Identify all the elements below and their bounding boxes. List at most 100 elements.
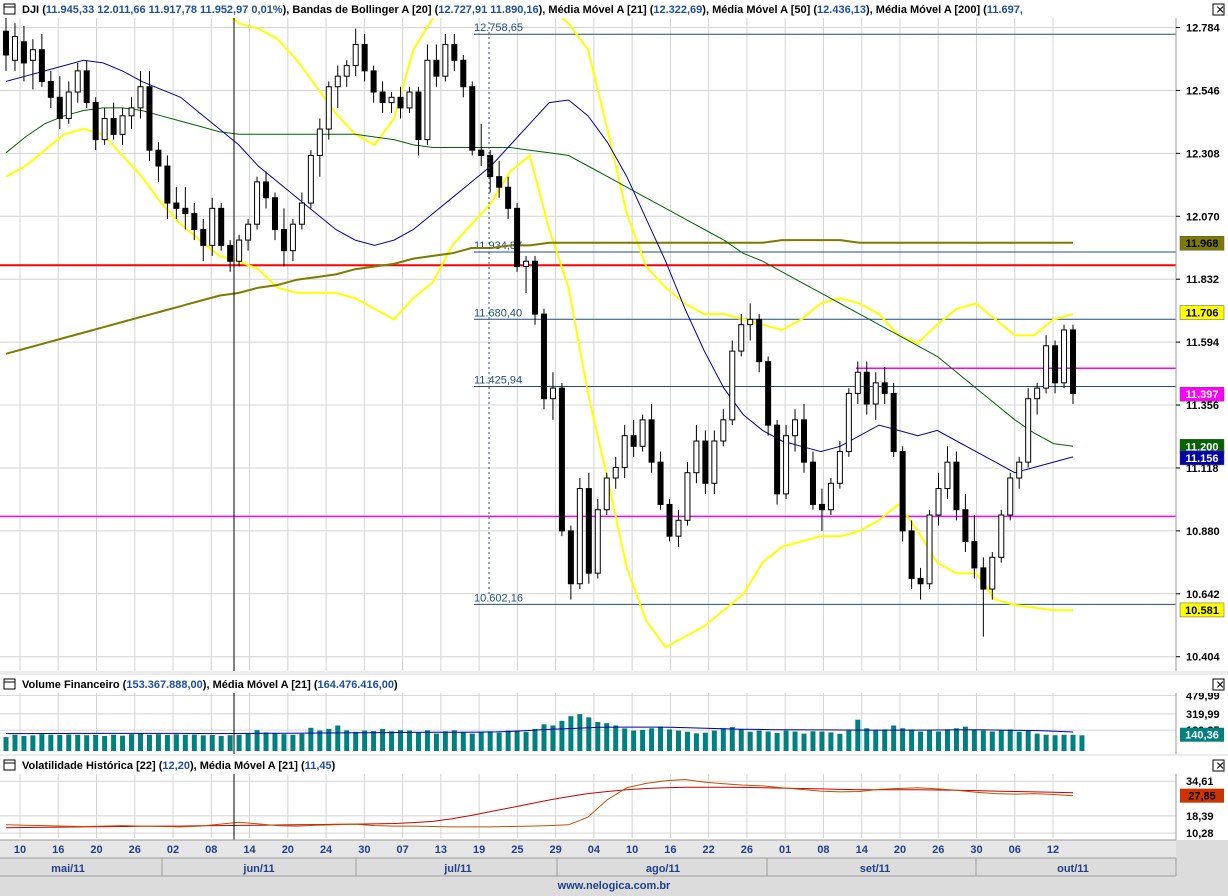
panel-toggle-icon[interactable] [3,3,16,15]
candle-body [693,440,700,474]
candle-body [289,223,296,252]
main-legend: DJI (11.945,33 12.011,66 11.917,78 11.95… [22,4,1023,16]
day-label: 29 [550,844,562,856]
volume-legend-ma-value: 164.476.416,00 [318,679,394,691]
candle-body [684,472,691,521]
candle-body [729,350,736,421]
candle-body [316,128,323,156]
volume-bar [469,733,475,751]
volatility-tick-label: 10,28 [1186,828,1214,840]
volatility-legend-paren-close: ), [190,760,197,772]
volatility-label-text: 27,85 [1188,791,1216,803]
volume-bar [353,731,359,751]
candle-body [711,440,718,484]
volume-bar [810,731,816,751]
price-tick-label: 10.642 [1186,589,1220,601]
day-label: 26 [741,844,753,856]
candle-body [182,207,189,215]
candle-body [917,577,924,585]
volume-toggle-icon[interactable] [3,678,16,690]
day-label: 13 [435,844,447,856]
volume-bar [48,734,54,751]
candle-body [74,70,81,93]
candle-body [298,202,305,225]
volume-tick-label: 319,99 [1186,709,1220,721]
volume-bar [389,731,395,751]
volume-bar [828,732,834,751]
volume-bar [1052,735,1058,751]
volume-bar [747,731,753,751]
volume-bar [577,714,583,751]
candle-body [200,228,207,246]
candle-body [451,43,458,61]
candle-body [20,41,27,64]
candle-body [738,324,745,352]
volume-bar [998,730,1004,751]
volume-bar [478,732,484,751]
candle-body [630,435,637,447]
candle-body [540,313,547,400]
candle-body [352,43,359,67]
volatility-toggle-icon[interactable] [3,759,16,771]
candle-body [514,207,521,268]
volume-bar [308,727,314,751]
legend-paren-close-2: ), [539,4,546,16]
volume-bar [272,733,278,751]
volume-bar [102,735,108,751]
day-label: 30 [970,844,982,856]
candle-body [854,371,861,394]
candle-body [1025,398,1032,463]
volume-bar [424,730,430,751]
candle-body [379,91,386,104]
price-tick-label: 12.546 [1186,85,1220,97]
candle-body [110,117,117,135]
candle-body [119,115,126,135]
volatility-legend: Volatilidade Histórica [22] (12,20), Méd… [22,760,336,772]
volume-bar [944,729,950,751]
volume-bar [927,730,933,751]
candle-body [415,91,422,141]
volume-bar [684,731,690,751]
volume-bar [658,726,664,751]
price-tick-label: 11.594 [1186,337,1220,349]
day-label: 14 [856,844,869,856]
candle-body [245,223,252,241]
fib-level-label: 11.680,40 [474,307,522,319]
day-label: 14 [243,844,256,856]
volume-bar [66,734,72,751]
volume-bar [120,735,126,751]
volume-bar [980,730,986,751]
volume-bar [245,733,251,751]
candle-body [845,392,852,453]
candle-body [334,75,341,88]
candle-body [774,424,781,495]
candle-body [65,91,72,119]
website-footer[interactable]: www.nelogica.com.br [557,880,671,892]
candle-body [1016,461,1023,479]
fib-level-label: 10.602,16 [474,592,523,604]
candle-body [101,117,108,141]
volume-bar [335,725,341,751]
volume-bar [953,728,959,751]
candle-body [361,43,368,72]
candle-body [388,96,395,104]
price-tick-label: 11.832 [1186,274,1219,286]
volume-bar [191,734,197,751]
candle-body [872,382,879,405]
candle-body [1007,477,1014,516]
day-label: 02 [167,844,179,856]
volume-bar [200,735,206,751]
volume-bar [631,730,637,751]
candle-body [343,65,350,77]
day-label: 07 [396,844,408,856]
candle-body [890,392,897,453]
volume-bar [3,737,9,751]
volume-legend: Volume Financeiro (153.367.888,00), Médi… [22,679,398,691]
volume-bar [442,731,448,751]
volume-bar [891,725,897,751]
volume-bar [371,731,377,751]
price-tick-label: 12.070 [1186,211,1220,223]
candle-body [1070,329,1076,394]
volume-bar [406,730,412,751]
candle-body [11,36,18,61]
